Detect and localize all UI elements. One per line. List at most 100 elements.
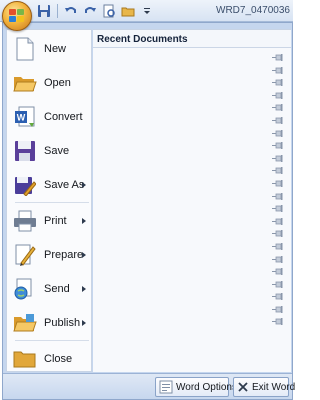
pin-icon[interactable] — [272, 254, 283, 263]
word-options-label: Word Options — [176, 381, 237, 393]
recent-document-item[interactable] — [93, 62, 291, 75]
menu-item-publish[interactable]: Publish — [7, 308, 93, 338]
recent-document-item[interactable] — [93, 112, 291, 125]
menu-item-convert[interactable]: W Convert — [7, 102, 93, 132]
pin-icon[interactable] — [272, 228, 283, 238]
menu-item-label: Convert — [44, 111, 83, 123]
recent-document-item[interactable] — [93, 150, 291, 163]
svg-text:W: W — [17, 113, 26, 123]
submenu-arrow-icon — [82, 286, 86, 292]
submenu-arrow-icon — [82, 218, 86, 224]
word-options-icon — [159, 380, 173, 394]
pin-icon[interactable] — [272, 304, 283, 313]
print-preview-icon[interactable] — [101, 3, 117, 19]
pin-icon[interactable] — [272, 102, 283, 112]
pin-icon[interactable] — [272, 279, 283, 288]
new-document-icon — [12, 36, 38, 62]
recent-document-item[interactable] — [93, 175, 291, 188]
office-menu: New Open W Convert Save Save As Print Pr… — [2, 22, 295, 400]
pin-icon[interactable] — [272, 90, 283, 99]
pin-icon[interactable] — [272, 52, 283, 61]
submenu-arrow-icon — [82, 182, 86, 188]
recent-document-item[interactable] — [93, 125, 291, 138]
menu-item-label: Print — [44, 215, 67, 227]
word-options-button[interactable]: Word Options — [155, 377, 237, 397]
recent-document-item[interactable] — [93, 99, 291, 112]
redo-icon[interactable] — [82, 3, 98, 19]
send-icon — [12, 276, 38, 302]
recent-document-item[interactable] — [93, 225, 291, 238]
pin-icon[interactable] — [272, 77, 283, 87]
undo-icon[interactable] — [63, 3, 79, 19]
submenu-arrow-icon — [82, 320, 86, 326]
save-icon — [12, 138, 38, 164]
save-icon[interactable] — [36, 3, 52, 19]
close-folder-icon — [12, 346, 38, 372]
recent-document-item[interactable] — [93, 238, 291, 251]
close-icon — [237, 380, 249, 394]
office-button[interactable] — [2, 1, 32, 31]
window-title: WRD7_0470036 — [216, 5, 290, 16]
publish-icon — [12, 310, 38, 336]
menu-item-save-as[interactable]: Save As — [7, 170, 93, 200]
recent-document-item[interactable] — [93, 251, 291, 264]
recent-document-item[interactable] — [93, 137, 291, 150]
recent-documents-list — [93, 49, 291, 326]
pin-icon[interactable] — [272, 115, 283, 124]
menu-item-send[interactable]: Send — [7, 274, 93, 304]
recent-document-item[interactable] — [93, 87, 291, 100]
menu-item-label: Close — [44, 353, 73, 365]
pin-icon[interactable] — [272, 165, 283, 175]
recent-document-item[interactable] — [93, 74, 291, 87]
recent-document-item[interactable] — [93, 49, 291, 62]
recent-documents-pane: Recent Documents — [93, 29, 291, 372]
menu-separator — [15, 340, 89, 341]
pin-icon[interactable] — [272, 140, 283, 150]
pin-icon[interactable] — [272, 178, 283, 187]
recent-document-item[interactable] — [93, 313, 291, 326]
pin-icon[interactable] — [272, 291, 283, 301]
prepare-icon — [12, 242, 38, 268]
menu-item-new[interactable]: New — [7, 34, 93, 64]
menu-item-label: New — [44, 43, 67, 55]
open-folder-icon[interactable] — [120, 3, 136, 19]
menu-item-open[interactable]: Open — [7, 68, 93, 98]
quick-access-toolbar — [36, 3, 155, 19]
exit-word-label: Exit Word — [252, 381, 296, 393]
recent-document-item[interactable] — [93, 301, 291, 314]
menu-item-label: Open — [44, 77, 71, 89]
title-bar: WRD7_0470036 — [0, 0, 293, 22]
recent-document-item[interactable] — [93, 288, 291, 301]
recent-document-item[interactable] — [93, 200, 291, 213]
menu-item-close[interactable]: Close — [7, 344, 93, 374]
customize-toolbar-icon[interactable] — [139, 3, 155, 19]
menu-item-save[interactable]: Save — [7, 136, 93, 166]
pin-icon[interactable] — [272, 203, 283, 213]
exit-word-button[interactable]: Exit Word — [233, 377, 295, 397]
menu-item-label: Save — [44, 145, 70, 157]
menu-item-print[interactable]: Print — [7, 206, 93, 236]
pin-icon[interactable] — [272, 216, 283, 225]
recent-document-item[interactable] — [93, 276, 291, 289]
menu-item-prepare[interactable]: Prepare — [7, 240, 93, 270]
pin-icon[interactable] — [272, 128, 283, 137]
recent-document-item[interactable] — [93, 162, 291, 175]
recent-document-item[interactable] — [93, 188, 291, 201]
toolbar-separator — [57, 4, 58, 18]
convert-icon: W — [12, 104, 38, 130]
menu-item-label: Publish — [44, 317, 81, 329]
pin-icon[interactable] — [272, 316, 283, 326]
pin-icon[interactable] — [272, 266, 283, 276]
submenu-arrow-icon — [82, 252, 86, 258]
menu-separator — [15, 202, 89, 203]
recent-documents-header: Recent Documents — [93, 30, 291, 48]
menu-commands-pane: New Open W Convert Save Save As Print Pr… — [6, 29, 92, 372]
pin-icon[interactable] — [272, 153, 283, 162]
pin-icon[interactable] — [272, 241, 283, 250]
recent-document-item[interactable] — [93, 263, 291, 276]
menu-item-label: Send — [44, 283, 70, 295]
recent-document-item[interactable] — [93, 213, 291, 226]
pin-icon[interactable] — [272, 65, 283, 74]
menu-footer: Word Options Exit Word — [3, 373, 295, 399]
pin-icon[interactable] — [272, 191, 283, 200]
